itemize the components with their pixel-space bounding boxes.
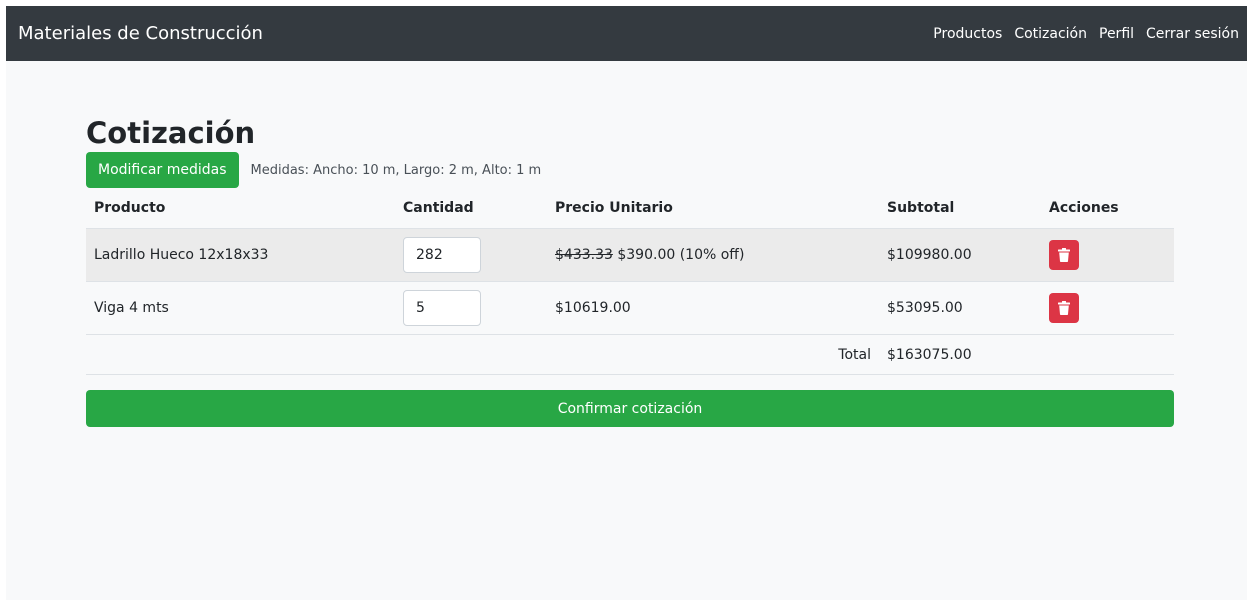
subtotal-cell: $109980.00 xyxy=(879,228,1041,282)
quantity-cell xyxy=(395,281,547,335)
nav-link-cerrar-sesion[interactable]: Cerrar sesión xyxy=(1146,26,1239,42)
measures-toolbar: Modificar medidas Medidas: Ancho: 10 m, … xyxy=(86,152,1174,188)
quote-table: Producto Cantidad Precio Unitario Subtot… xyxy=(86,188,1174,375)
header-cantidad: Cantidad xyxy=(403,200,474,216)
quantity-input[interactable] xyxy=(403,237,481,273)
header-producto: Producto xyxy=(94,200,166,216)
actions-cell xyxy=(1041,281,1174,335)
total-label: Total xyxy=(547,334,879,375)
nav-links: Productos Cotización Perfil Cerrar sesió… xyxy=(921,26,1239,42)
app-frame: Materiales de Construcción Productos Cot… xyxy=(6,6,1247,600)
table-header-row: Producto Cantidad Precio Unitario Subtot… xyxy=(86,188,1174,229)
actions-cell xyxy=(1041,228,1174,282)
brand-link[interactable]: Materiales de Construcción xyxy=(18,23,263,44)
nav-link-cotizacion[interactable]: Cotización xyxy=(1014,26,1087,42)
table-row: Ladrillo Hueco 12x18x33 $433.33 $390.00 … xyxy=(86,228,1174,282)
trash-icon xyxy=(1058,301,1070,315)
delete-button[interactable] xyxy=(1049,240,1079,270)
navbar: Materiales de Construcción Productos Cot… xyxy=(6,6,1247,61)
header-subtotal: Subtotal xyxy=(887,200,955,216)
unit-price-cell: $10619.00 xyxy=(547,281,879,335)
header-acciones: Acciones xyxy=(1049,200,1119,216)
main-container: Cotización Modificar medidas Medidas: An… xyxy=(86,116,1174,427)
page-title: Cotización xyxy=(86,116,256,150)
nav-link-productos[interactable]: Productos xyxy=(933,26,1002,42)
total-value: $163075.00 xyxy=(879,334,1041,375)
measures-text: Medidas: Ancho: 10 m, Largo: 2 m, Alto: … xyxy=(250,162,542,178)
modify-measures-button[interactable]: Modificar medidas xyxy=(86,152,239,188)
discounted-price: $390.00 (10% off) xyxy=(617,247,745,263)
nav-link-perfil[interactable]: Perfil xyxy=(1099,26,1134,42)
unit-price-cell: $433.33 $390.00 (10% off) xyxy=(547,228,879,282)
subtotal-cell: $53095.00 xyxy=(879,281,1041,335)
header-precio-unitario: Precio Unitario xyxy=(555,200,673,216)
quantity-input[interactable] xyxy=(403,290,481,326)
delete-button[interactable] xyxy=(1049,293,1079,323)
product-name: Viga 4 mts xyxy=(86,281,395,335)
product-name: Ladrillo Hueco 12x18x33 xyxy=(86,228,395,282)
confirm-quote-button[interactable]: Confirmar cotización xyxy=(86,390,1174,427)
original-price: $433.33 xyxy=(555,247,613,263)
table-row: Viga 4 mts $10619.00 $53095.00 xyxy=(86,281,1174,335)
quantity-cell xyxy=(395,228,547,282)
total-row: Total $163075.00 xyxy=(86,334,1174,375)
trash-icon xyxy=(1058,248,1070,262)
